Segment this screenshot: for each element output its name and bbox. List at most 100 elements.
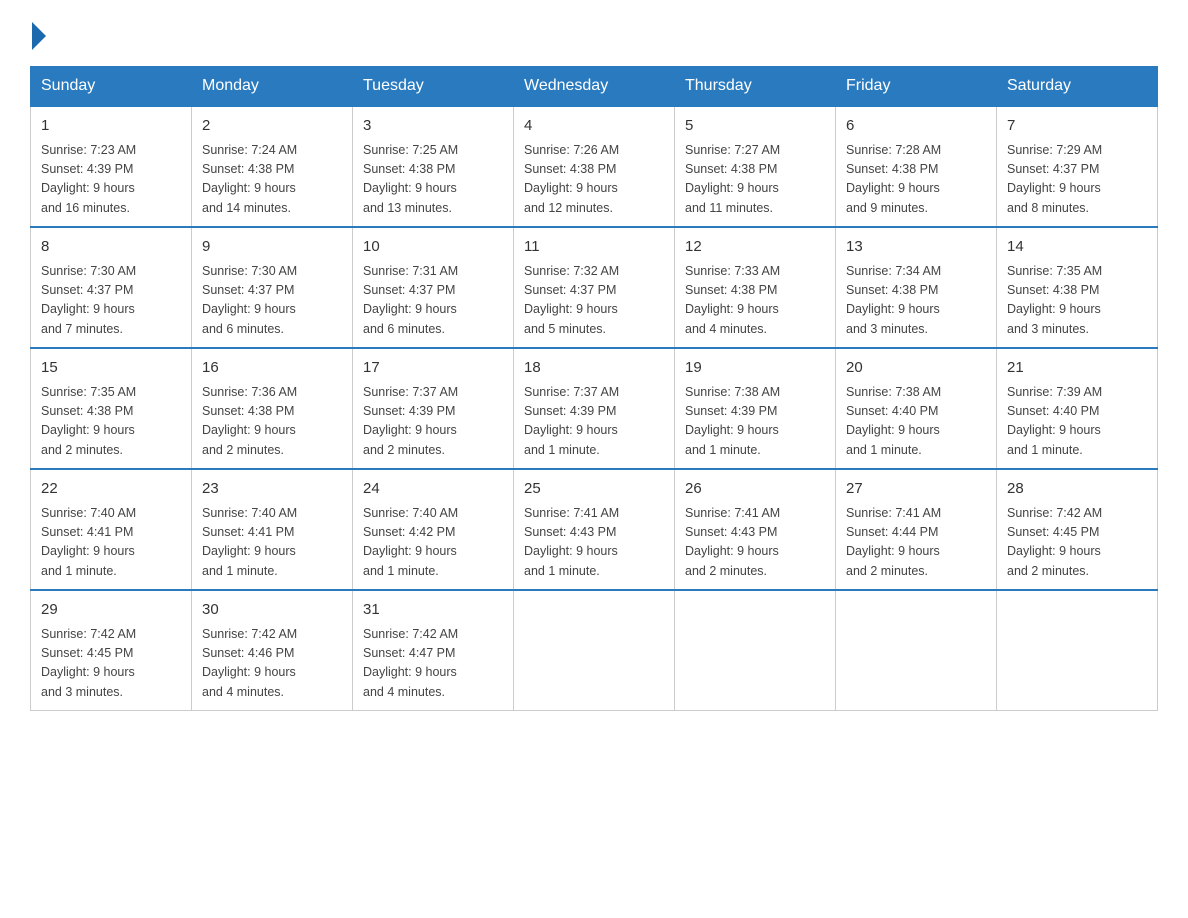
calendar-cell: 14Sunrise: 7:35 AMSunset: 4:38 PMDayligh… <box>997 227 1158 348</box>
calendar-cell: 4 Sunrise: 7:26 AMSunset: 4:38 PMDaylight… <box>514 106 675 227</box>
calendar-cell: 2Sunrise: 7:24 AMSunset: 4:38 PMDaylight… <box>192 106 353 227</box>
day-number: 4 <box>524 115 664 138</box>
calendar-cell <box>514 590 675 711</box>
day-number: 21 <box>1007 357 1147 380</box>
day-number: 16 <box>202 357 342 380</box>
calendar-cell: 25 Sunrise: 7:41 AMSunset: 4:43 PMDayligh… <box>514 469 675 590</box>
calendar-cell: 28 Sunrise: 7:42 AMSunset: 4:45 PMDayligh… <box>997 469 1158 590</box>
day-number: 5 <box>685 115 825 138</box>
header-monday: Monday <box>192 67 353 107</box>
logo-arrow-icon <box>32 22 46 50</box>
day-info: Sunrise: 7:34 AMSunset: 4:38 PMDaylight:… <box>846 262 986 340</box>
calendar-cell: 6 Sunrise: 7:28 AMSunset: 4:38 PMDaylight… <box>836 106 997 227</box>
day-info: Sunrise: 7:41 AMSunset: 4:44 PMDaylight:… <box>846 504 986 582</box>
day-info: Sunrise: 7:41 AMSunset: 4:43 PMDaylight:… <box>524 504 664 582</box>
calendar-cell: 31 Sunrise: 7:42 AMSunset: 4:47 PMDayligh… <box>353 590 514 711</box>
calendar-cell: 15 Sunrise: 7:35 AMSunset: 4:38 PMDayligh… <box>31 348 192 469</box>
calendar-cell <box>997 590 1158 711</box>
day-info: Sunrise: 7:38 AMSunset: 4:40 PMDaylight:… <box>846 383 986 461</box>
day-info: Sunrise: 7:25 AMSunset: 4:38 PMDaylight:… <box>363 141 503 219</box>
day-info: Sunrise: 7:37 AMSunset: 4:39 PMDaylight:… <box>363 383 503 461</box>
calendar-cell: 11 Sunrise: 7:32 AMSunset: 4:37 PMDayligh… <box>514 227 675 348</box>
day-number: 9 <box>202 236 342 259</box>
day-number: 29 <box>41 599 181 622</box>
calendar-cell: 1 Sunrise: 7:23 AMSunset: 4:39 PMDaylight… <box>31 106 192 227</box>
calendar-cell: 30 Sunrise: 7:42 AMSunset: 4:46 PMDayligh… <box>192 590 353 711</box>
header-thursday: Thursday <box>675 67 836 107</box>
day-number: 7 <box>1007 115 1147 138</box>
calendar-cell: 3 Sunrise: 7:25 AMSunset: 4:38 PMDaylight… <box>353 106 514 227</box>
day-number: 30 <box>202 599 342 622</box>
header-tuesday: Tuesday <box>353 67 514 107</box>
calendar-cell: 16 Sunrise: 7:36 AMSunset: 4:38 PMDayligh… <box>192 348 353 469</box>
day-number: 18 <box>524 357 664 380</box>
page-header <box>30 20 1158 46</box>
day-info: Sunrise: 7:27 AMSunset: 4:38 PMDaylight:… <box>685 141 825 219</box>
day-info: Sunrise: 7:28 AMSunset: 4:38 PMDaylight:… <box>846 141 986 219</box>
calendar-cell <box>675 590 836 711</box>
day-number: 24 <box>363 478 503 501</box>
day-info: Sunrise: 7:41 AMSunset: 4:43 PMDaylight:… <box>685 504 825 582</box>
day-info: Sunrise: 7:26 AMSunset: 4:38 PMDaylight:… <box>524 141 664 219</box>
day-info: Sunrise: 7:42 AMSunset: 4:47 PMDaylight:… <box>363 625 503 703</box>
day-number: 27 <box>846 478 986 501</box>
day-number: 13 <box>846 236 986 259</box>
calendar-cell: 24 Sunrise: 7:40 AMSunset: 4:42 PMDayligh… <box>353 469 514 590</box>
logo <box>30 20 46 46</box>
day-number: 8 <box>41 236 181 259</box>
calendar-week-2: 8 Sunrise: 7:30 AMSunset: 4:37 PMDaylight… <box>31 227 1158 348</box>
day-number: 31 <box>363 599 503 622</box>
calendar-cell: 12Sunrise: 7:33 AMSunset: 4:38 PMDayligh… <box>675 227 836 348</box>
calendar-cell: 29 Sunrise: 7:42 AMSunset: 4:45 PMDayligh… <box>31 590 192 711</box>
header-wednesday: Wednesday <box>514 67 675 107</box>
day-number: 23 <box>202 478 342 501</box>
day-info: Sunrise: 7:40 AMSunset: 4:42 PMDaylight:… <box>363 504 503 582</box>
day-number: 6 <box>846 115 986 138</box>
day-number: 17 <box>363 357 503 380</box>
day-info: Sunrise: 7:30 AMSunset: 4:37 PMDaylight:… <box>41 262 181 340</box>
day-number: 22 <box>41 478 181 501</box>
day-number: 28 <box>1007 478 1147 501</box>
day-number: 11 <box>524 236 664 259</box>
day-info: Sunrise: 7:31 AMSunset: 4:37 PMDaylight:… <box>363 262 503 340</box>
day-info: Sunrise: 7:38 AMSunset: 4:39 PMDaylight:… <box>685 383 825 461</box>
calendar-cell: 7Sunrise: 7:29 AMSunset: 4:37 PMDaylight… <box>997 106 1158 227</box>
calendar-week-1: 1 Sunrise: 7:23 AMSunset: 4:39 PMDaylight… <box>31 106 1158 227</box>
day-info: Sunrise: 7:42 AMSunset: 4:46 PMDaylight:… <box>202 625 342 703</box>
day-info: Sunrise: 7:23 AMSunset: 4:39 PMDaylight:… <box>41 141 181 219</box>
day-number: 15 <box>41 357 181 380</box>
day-info: Sunrise: 7:24 AMSunset: 4:38 PMDaylight:… <box>202 141 342 219</box>
day-info: Sunrise: 7:36 AMSunset: 4:38 PMDaylight:… <box>202 383 342 461</box>
calendar-cell: 26Sunrise: 7:41 AMSunset: 4:43 PMDayligh… <box>675 469 836 590</box>
calendar-week-3: 15 Sunrise: 7:35 AMSunset: 4:38 PMDayligh… <box>31 348 1158 469</box>
day-number: 12 <box>685 236 825 259</box>
calendar-cell: 21Sunrise: 7:39 AMSunset: 4:40 PMDayligh… <box>997 348 1158 469</box>
day-number: 1 <box>41 115 181 138</box>
calendar-week-5: 29 Sunrise: 7:42 AMSunset: 4:45 PMDayligh… <box>31 590 1158 711</box>
calendar-cell: 27 Sunrise: 7:41 AMSunset: 4:44 PMDayligh… <box>836 469 997 590</box>
day-info: Sunrise: 7:40 AMSunset: 4:41 PMDaylight:… <box>41 504 181 582</box>
calendar-cell: 13 Sunrise: 7:34 AMSunset: 4:38 PMDayligh… <box>836 227 997 348</box>
calendar-cell: 8 Sunrise: 7:30 AMSunset: 4:37 PMDaylight… <box>31 227 192 348</box>
day-number: 25 <box>524 478 664 501</box>
calendar-table: SundayMondayTuesdayWednesdayThursdayFrid… <box>30 66 1158 711</box>
day-info: Sunrise: 7:30 AMSunset: 4:37 PMDaylight:… <box>202 262 342 340</box>
day-info: Sunrise: 7:42 AMSunset: 4:45 PMDaylight:… <box>41 625 181 703</box>
calendar-cell <box>836 590 997 711</box>
day-number: 3 <box>363 115 503 138</box>
calendar-cell: 9 Sunrise: 7:30 AMSunset: 4:37 PMDaylight… <box>192 227 353 348</box>
header-friday: Friday <box>836 67 997 107</box>
calendar-cell: 20 Sunrise: 7:38 AMSunset: 4:40 PMDayligh… <box>836 348 997 469</box>
calendar-cell: 17 Sunrise: 7:37 AMSunset: 4:39 PMDayligh… <box>353 348 514 469</box>
day-info: Sunrise: 7:35 AMSunset: 4:38 PMDaylight:… <box>41 383 181 461</box>
day-number: 19 <box>685 357 825 380</box>
day-info: Sunrise: 7:32 AMSunset: 4:37 PMDaylight:… <box>524 262 664 340</box>
calendar-header-row: SundayMondayTuesdayWednesdayThursdayFrid… <box>31 67 1158 107</box>
calendar-cell: 23Sunrise: 7:40 AMSunset: 4:41 PMDayligh… <box>192 469 353 590</box>
day-info: Sunrise: 7:42 AMSunset: 4:45 PMDaylight:… <box>1007 504 1147 582</box>
calendar-cell: 10Sunrise: 7:31 AMSunset: 4:37 PMDayligh… <box>353 227 514 348</box>
calendar-cell: 22 Sunrise: 7:40 AMSunset: 4:41 PMDayligh… <box>31 469 192 590</box>
calendar-week-4: 22 Sunrise: 7:40 AMSunset: 4:41 PMDayligh… <box>31 469 1158 590</box>
day-info: Sunrise: 7:35 AMSunset: 4:38 PMDaylight:… <box>1007 262 1147 340</box>
day-number: 20 <box>846 357 986 380</box>
